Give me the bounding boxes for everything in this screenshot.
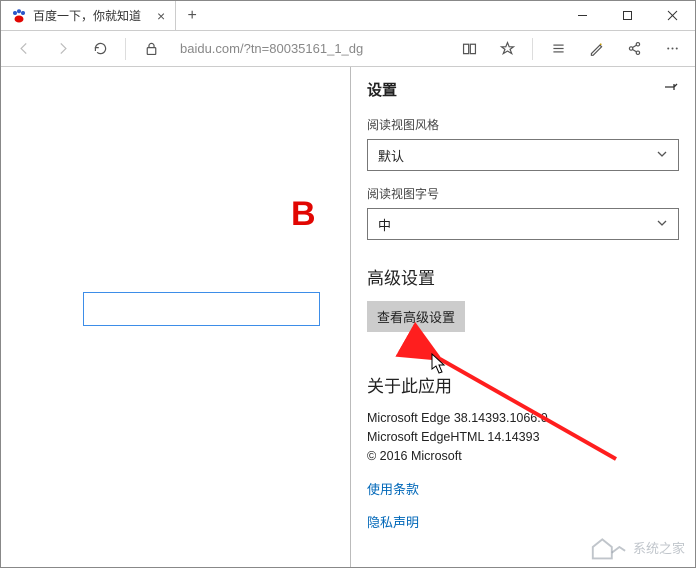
baidu-favicon-icon xyxy=(11,8,27,24)
privacy-link[interactable]: 隐私声明 xyxy=(367,512,679,531)
watermark: 系统之家 xyxy=(589,533,685,561)
minimize-button[interactable] xyxy=(560,1,605,30)
reading-style-value: 默认 xyxy=(378,146,404,165)
window-controls xyxy=(560,1,695,30)
toolbar: baidu.com/?tn=80035161_1_dg xyxy=(1,31,695,67)
about-version-edgehtml: Microsoft EdgeHTML 14.14393 xyxy=(367,428,679,447)
titlebar: 百度一下，你就知道 × + xyxy=(1,1,695,31)
new-tab-button[interactable]: + xyxy=(176,1,208,30)
share-icon[interactable] xyxy=(617,34,651,64)
reading-view-icon[interactable] xyxy=(452,34,486,64)
favorites-star-icon[interactable] xyxy=(490,34,524,64)
advanced-settings-heading: 高级设置 xyxy=(367,264,679,289)
chevron-down-icon xyxy=(656,217,668,232)
terms-link[interactable]: 使用条款 xyxy=(367,479,679,498)
about-copyright: © 2016 Microsoft xyxy=(367,447,679,466)
back-button[interactable] xyxy=(7,34,41,64)
search-input[interactable] xyxy=(83,292,320,326)
lock-icon[interactable] xyxy=(134,34,168,64)
about-heading: 关于此应用 xyxy=(367,372,679,397)
watermark-text: 系统之家 xyxy=(633,538,685,557)
chevron-down-icon xyxy=(656,148,668,163)
view-advanced-settings-button[interactable]: 查看高级设置 xyxy=(367,301,465,332)
maximize-button[interactable] xyxy=(605,1,650,30)
reading-style-select[interactable]: 默认 xyxy=(367,139,679,171)
hub-icon[interactable] xyxy=(541,34,575,64)
close-window-button[interactable] xyxy=(650,1,695,30)
about-version-edge: Microsoft Edge 38.14393.1066.0 xyxy=(367,409,679,428)
baidu-logo: B xyxy=(291,195,315,234)
settings-panel: 设置 阅读视图风格 默认 阅读视图字号 中 高级设置 查看高级设置 关于此应用 … xyxy=(350,67,695,567)
tab-title: 百度一下，你就知道 xyxy=(33,7,141,24)
more-icon[interactable] xyxy=(655,34,689,64)
tab-close-icon[interactable]: × xyxy=(157,8,165,24)
reading-font-value: 中 xyxy=(378,215,391,234)
forward-button[interactable] xyxy=(45,34,79,64)
web-note-icon[interactable] xyxy=(579,34,613,64)
pin-icon[interactable] xyxy=(663,79,679,100)
refresh-button[interactable] xyxy=(83,34,117,64)
page-content: B 设置 阅读视图风格 默认 阅读视图字号 中 高级设置 查看高级设置 关于此应… xyxy=(1,67,695,567)
address-bar[interactable]: baidu.com/?tn=80035161_1_dg xyxy=(172,41,448,56)
reading-font-label: 阅读视图字号 xyxy=(367,185,679,202)
settings-title: 设置 xyxy=(367,79,397,100)
reading-style-label: 阅读视图风格 xyxy=(367,116,679,133)
browser-tab[interactable]: 百度一下，你就知道 × xyxy=(1,1,176,30)
reading-font-select[interactable]: 中 xyxy=(367,208,679,240)
